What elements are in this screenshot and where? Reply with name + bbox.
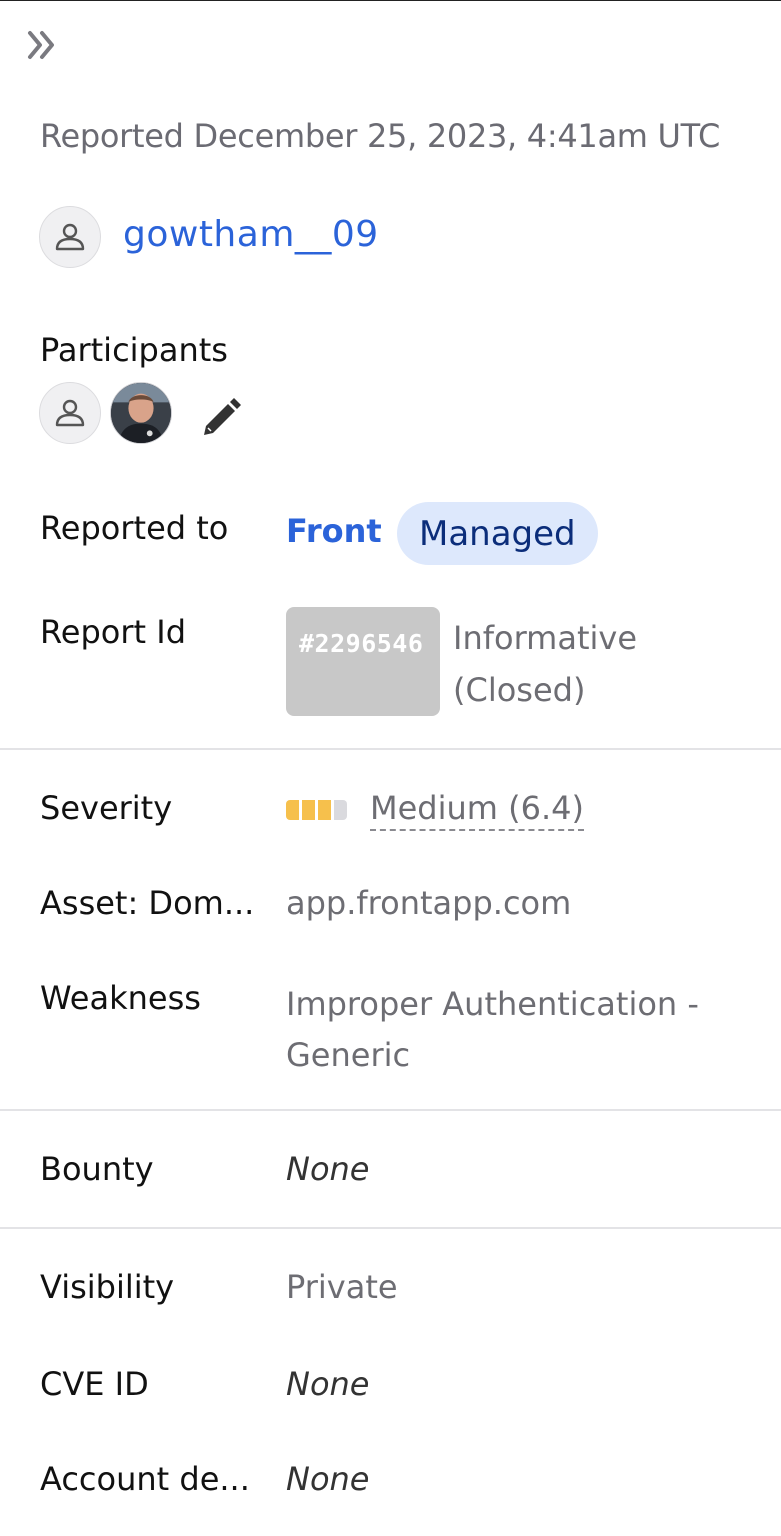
account-value: None: [286, 1460, 370, 1498]
profile-photo-icon: [111, 383, 171, 443]
cve-label: CVE ID: [40, 1365, 149, 1403]
weakness-value: Improper Authentication - Generic: [286, 985, 699, 1075]
severity-meter: [286, 800, 347, 820]
bounty-value: None: [286, 1150, 370, 1188]
reporter-avatar[interactable]: [39, 206, 101, 268]
user-icon: [55, 399, 85, 427]
severity-segment: [286, 800, 299, 820]
severity-value[interactable]: Medium (6.4): [370, 789, 584, 831]
weakness-label: Weakness: [40, 979, 201, 1017]
report-id-chip[interactable]: #2296546: [286, 607, 440, 716]
pencil-icon: [204, 398, 241, 435]
severity-label: Severity: [40, 789, 173, 827]
reported-to-label: Reported to: [40, 509, 229, 547]
cve-value: None: [286, 1365, 370, 1403]
collapse-sidebar-button[interactable]: [24, 25, 64, 65]
divider: [0, 1109, 781, 1111]
participants-label: Participants: [40, 331, 228, 369]
visibility-label: Visibility: [40, 1268, 175, 1306]
divider: [0, 748, 781, 750]
participant-photo-avatar[interactable]: [110, 382, 172, 444]
divider: [0, 1227, 781, 1229]
edit-participants-button[interactable]: [196, 393, 246, 443]
account-label: Account de...: [40, 1460, 250, 1498]
bounty-label: Bounty: [40, 1150, 154, 1188]
severity-segment: [318, 800, 331, 820]
severity-segment: [334, 800, 347, 820]
user-icon: [55, 223, 85, 251]
visibility-value: Private: [286, 1268, 398, 1306]
reporter-username-link[interactable]: gowtham__09: [123, 214, 379, 255]
program-link[interactable]: Front: [286, 512, 382, 550]
participant-avatar[interactable]: [39, 382, 101, 444]
report-state: Informative (Closed): [453, 619, 637, 709]
reported-date: Reported December 25, 2023, 4:41am UTC: [40, 117, 721, 155]
asset-label: Asset: Dom...: [40, 884, 255, 922]
managed-badge: Managed: [397, 502, 598, 565]
double-chevron-right-icon: [28, 31, 54, 59]
severity-segment: [302, 800, 315, 820]
report-id-label: Report Id: [40, 613, 186, 651]
asset-value: app.frontapp.com: [286, 884, 572, 922]
